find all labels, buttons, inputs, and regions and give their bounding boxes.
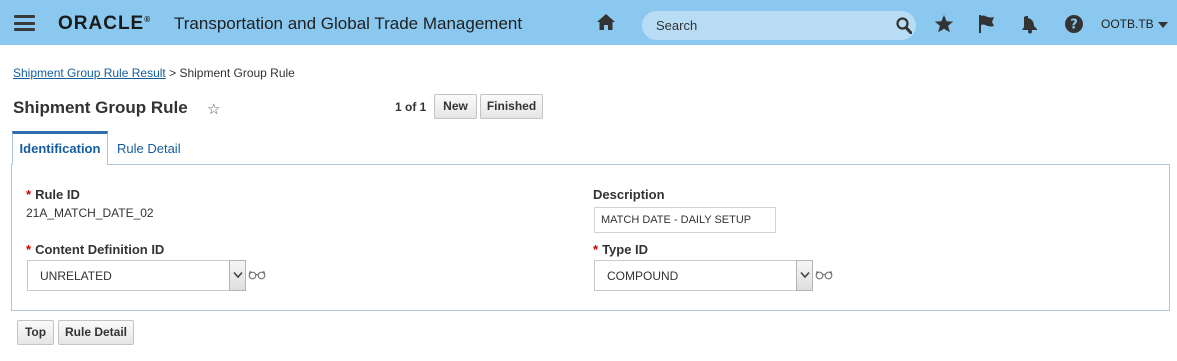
top-button[interactable]: Top	[17, 320, 54, 345]
star-icon[interactable]	[934, 14, 954, 34]
required-marker: *	[593, 242, 599, 257]
flag-icon[interactable]	[977, 14, 997, 34]
app-title: Transportation and Global Trade Manageme…	[174, 14, 523, 33]
bell-icon[interactable]	[1020, 14, 1040, 34]
type-id-label: * Type ID	[593, 242, 649, 257]
rule-id-label: * Rule ID	[26, 187, 80, 202]
user-name: OOTB.TB	[1101, 17, 1154, 31]
required-marker: *	[26, 242, 32, 257]
menu-icon[interactable]	[14, 15, 35, 31]
view-glasses-icon[interactable]	[815, 270, 833, 280]
svg-text:?: ?	[1070, 18, 1078, 33]
rule-id-value: 21A_MATCH_DATE_02	[26, 206, 154, 220]
home-icon[interactable]	[596, 13, 616, 31]
search-icon[interactable]	[896, 17, 912, 34]
type-id-value: COMPOUND	[607, 269, 679, 283]
chevron-down-icon	[800, 271, 810, 279]
user-menu[interactable]: OOTB.TB	[1101, 17, 1168, 31]
app-header: ORACLE® Transportation and Global Trade …	[0, 0, 1177, 45]
record-pager: 1 of 1	[395, 100, 427, 114]
dropdown-arrow[interactable]	[796, 260, 813, 291]
new-button[interactable]: New	[434, 94, 477, 119]
content-definition-id-value: UNRELATED	[40, 269, 112, 283]
finished-button[interactable]: Finished	[480, 94, 543, 119]
dropdown-arrow[interactable]	[229, 260, 246, 291]
type-id-select[interactable]: COMPOUND	[594, 260, 813, 291]
global-search	[642, 11, 916, 40]
description-label: Description	[593, 187, 665, 202]
tab-identification[interactable]: Identification	[12, 131, 108, 165]
chevron-down-icon	[1157, 21, 1168, 28]
search-input[interactable]	[656, 18, 876, 33]
oracle-logo: ORACLE®	[58, 13, 152, 34]
breadcrumb-current: Shipment Group Rule	[179, 66, 295, 80]
rule-detail-button[interactable]: Rule Detail	[58, 320, 134, 345]
breadcrumb-link-results[interactable]: Shipment Group Rule Result	[13, 66, 166, 80]
chevron-down-icon	[233, 271, 243, 279]
required-marker: *	[26, 187, 32, 202]
breadcrumb: Shipment Group Rule Result > Shipment Gr…	[13, 66, 295, 80]
favorite-star-icon[interactable]: ☆	[207, 100, 220, 118]
description-field[interactable]: MATCH DATE - DAILY SETUP	[594, 207, 776, 233]
tab-panel: * Rule ID 21A_MATCH_DATE_02 Description M…	[11, 164, 1170, 311]
content-definition-id-label: * Content Definition ID	[26, 242, 165, 257]
tab-rule-detail[interactable]: Rule Detail	[117, 141, 181, 156]
content-definition-id-select[interactable]: UNRELATED	[27, 260, 246, 291]
view-glasses-icon[interactable]	[248, 270, 266, 280]
breadcrumb-separator: >	[169, 66, 177, 80]
page-title: Shipment Group Rule	[13, 98, 188, 117]
help-icon[interactable]: ?	[1064, 14, 1084, 34]
